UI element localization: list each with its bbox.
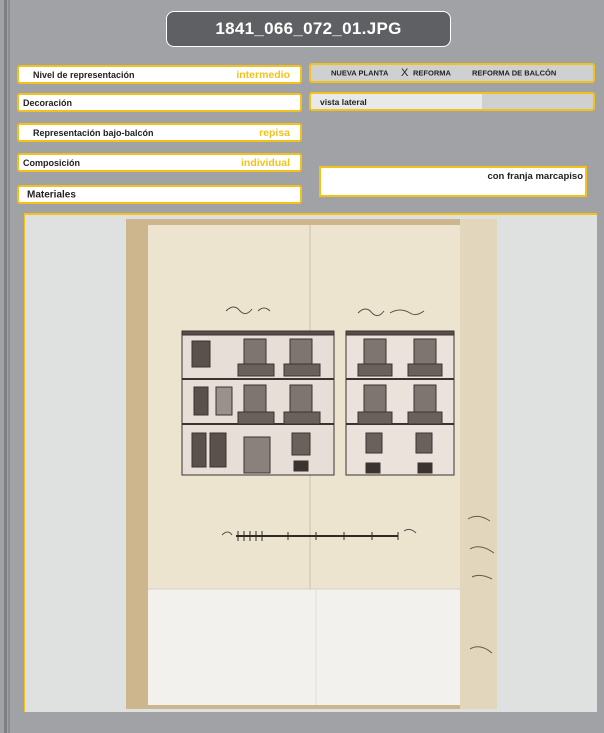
composicion-value: individual [240, 156, 290, 169]
materiales-field[interactable]: Materiales [17, 185, 302, 204]
selected-x-icon: X [401, 67, 409, 79]
decoracion-label: Decoración [23, 97, 73, 108]
vista-label: vista lateral [320, 96, 367, 107]
left-rail-inner [8, 0, 10, 733]
materiales-label: Materiales [27, 189, 76, 200]
left-rail [4, 0, 7, 733]
option-reforma[interactable]: REFORMA [413, 69, 451, 78]
composicion-field[interactable]: Composición individual [17, 153, 302, 172]
representacion-label: Representación bajo-balcón [33, 127, 154, 138]
representacion-field[interactable]: Representación bajo-balcón repisa [17, 123, 302, 142]
file-title: 1841_066_072_01.JPG [166, 11, 451, 47]
nivel-value: intermedio [236, 68, 290, 81]
decoracion-field[interactable]: Decoración [17, 93, 302, 112]
option-nueva-planta[interactable]: NUEVA PLANTA [331, 69, 388, 78]
option-reforma-balcon[interactable]: REFORMA DE BALCÓN [472, 69, 556, 78]
nivel-field[interactable]: Nivel de representación intermedio [17, 65, 302, 84]
architectural-drawing-image [126, 219, 497, 709]
nivel-label: Nivel de representación [33, 69, 135, 80]
composicion-label: Composición [23, 157, 81, 168]
franja-label: con franja marcapiso [487, 171, 583, 182]
representacion-value: repisa [259, 126, 290, 139]
page: 1841_066_072_01.JPG Nivel de representac… [0, 0, 604, 733]
franja-field[interactable]: con franja marcapiso [319, 166, 587, 197]
bottom-bar [10, 713, 604, 733]
tipo-options-bar: NUEVA PLANTA X REFORMA REFORMA DE BALCÓN [309, 63, 595, 83]
vista-field[interactable]: vista lateral [309, 92, 595, 111]
